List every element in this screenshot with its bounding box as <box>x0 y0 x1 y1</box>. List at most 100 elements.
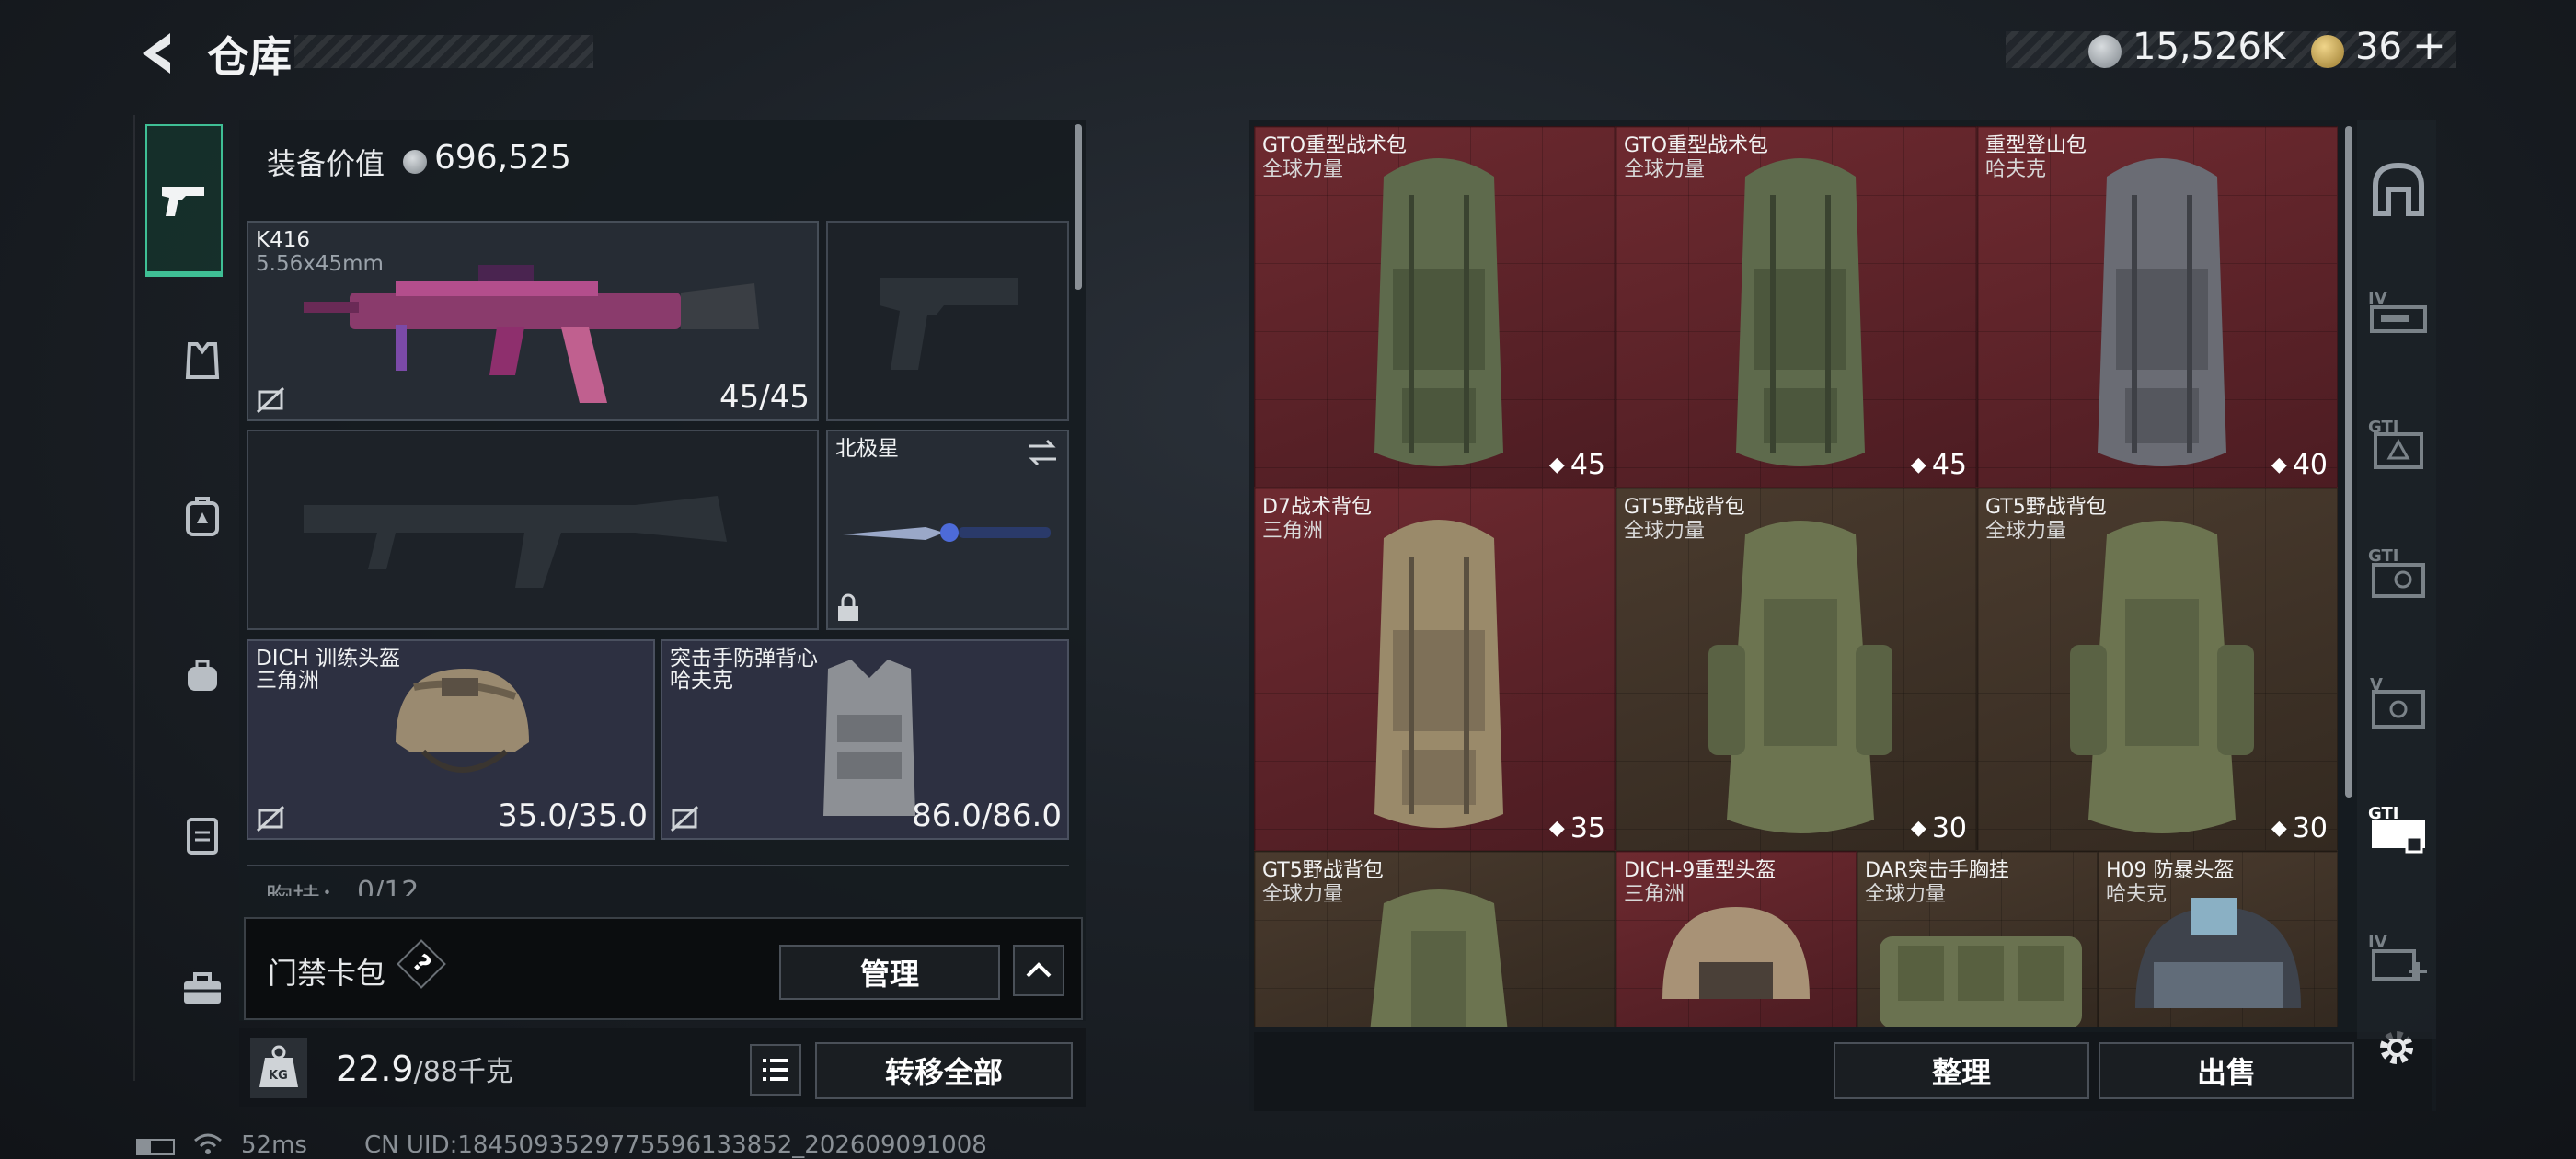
chevron-up-icon <box>1026 962 1052 978</box>
keycard-manage-button[interactable]: 管理 <box>779 945 1000 1000</box>
item-faction: 全球力量 <box>1985 520 2067 543</box>
item-faction: 三角洲 <box>1262 520 1324 543</box>
storage-item[interactable]: D7战术背包 三角洲 ◆ 35 <box>1254 488 1616 851</box>
storage-item[interactable]: 重型登山包 哈夫克 ◆ 40 <box>1977 126 2338 488</box>
storage-item[interactable]: GT5野战背包 全球力量 ◆ 30 <box>1616 488 1977 851</box>
primary-weapon-slot[interactable]: K416 5.56x45mm 45/45 <box>247 221 819 421</box>
item-faction: 哈夫克 <box>2106 883 2168 906</box>
sell-button[interactable]: 出售 <box>2099 1042 2354 1099</box>
unlock-icon <box>670 805 699 832</box>
back-arrow-icon <box>143 33 170 74</box>
list-view-button[interactable] <box>750 1044 801 1096</box>
melee-slot[interactable]: 北极星 <box>826 430 1069 630</box>
backpack-icon <box>186 497 219 536</box>
swap-icon[interactable] <box>1025 437 1060 468</box>
storage-item[interactable]: DAR突击手胸挂 全球力量 <box>1857 851 2098 1027</box>
vault-icon <box>2373 162 2424 216</box>
tab-level-label: V <box>2370 675 2383 694</box>
storage-tab-4[interactable]: V <box>2366 671 2431 736</box>
nav-tab-bag[interactable] <box>175 648 230 704</box>
item-capacity: ◆ 45 <box>1548 449 1605 481</box>
helmet-slot[interactable]: DICH 训练头盔 三角洲 35.0/35.0 <box>247 639 655 840</box>
storage-tab-2[interactable]: GTI <box>2366 414 2431 478</box>
ticket-icon <box>2311 35 2344 68</box>
add-ticket-button[interactable]: + <box>2412 22 2446 69</box>
backpack-image <box>2098 158 2226 466</box>
nav-tab-toolbox[interactable] <box>175 961 230 1016</box>
capacity-icon: ◆ <box>1910 453 1926 476</box>
item-faction: 全球力量 <box>1865 883 1947 906</box>
unlock-icon <box>256 805 285 832</box>
back-button[interactable] <box>133 26 179 81</box>
capacity-icon: ◆ <box>1548 817 1565 840</box>
item-faction: 全球力量 <box>1262 883 1344 906</box>
item-capacity: ◆ 40 <box>2271 449 2328 481</box>
armor-slot[interactable]: 突击手防弹背心 哈夫克 86.0/86.0 <box>661 639 1069 840</box>
sort-button[interactable]: 整理 <box>1834 1042 2089 1099</box>
storage-tab-3[interactable]: GTI <box>2366 543 2431 607</box>
storage-item[interactable]: GTO重型战术包 全球力量 ◆ 45 <box>1616 126 1977 488</box>
nav-tab-case[interactable] <box>175 808 230 863</box>
helmet-image <box>2135 898 2301 1008</box>
storage-item[interactable]: GT5野战背包 全球力量 <box>1254 851 1616 1027</box>
helmet-image <box>1662 907 1810 999</box>
keycard-row: 门禁卡包 ? 管理 <box>244 917 1083 1020</box>
title-stripe <box>294 35 593 68</box>
nav-tab-armor[interactable] <box>175 333 230 388</box>
storage-item[interactable]: DICH-9重型头盔 三角洲 <box>1616 851 1857 1027</box>
pistol-icon <box>162 187 204 216</box>
item-faction: 全球力量 <box>1262 158 1344 181</box>
weight-current: 22.9 <box>336 1049 414 1089</box>
capacity-icon: ◆ <box>1910 817 1926 840</box>
storage-item[interactable]: GT5野战背包 全球力量 ◆ 30 <box>1977 488 2338 851</box>
wifi-icon <box>193 1133 223 1159</box>
chest-rig-count: 0/12 <box>357 876 420 896</box>
equipment-value-label: 装备价值 <box>267 146 385 181</box>
storage-tab-home[interactable] <box>2366 158 2431 223</box>
loadout-scrollbar[interactable] <box>1075 124 1082 290</box>
sidearm-slot[interactable] <box>826 221 1069 421</box>
tab-level-label: IV <box>2368 933 2387 952</box>
armor-name: 突击手防弹背心 <box>670 647 818 671</box>
backpack-image <box>1736 158 1865 466</box>
nav-tab-weapons[interactable] <box>145 124 223 276</box>
transfer-all-button[interactable]: 转移全部 <box>815 1042 1073 1099</box>
item-capacity: ◆ 30 <box>1910 812 1967 844</box>
storage-tab-add[interactable]: IV <box>2366 929 2431 993</box>
uid-text: CN UID:1845093529775596133852_2026090910… <box>364 1131 987 1159</box>
storage-scrollbar[interactable] <box>2345 126 2352 798</box>
keycard-collapse-button[interactable] <box>1013 945 1064 996</box>
item-faction: 全球力量 <box>1624 158 1706 181</box>
nav-tab-backpack[interactable] <box>175 489 230 545</box>
vest-icon <box>185 342 220 379</box>
capacity-icon: ◆ <box>2271 453 2287 476</box>
keycard-help-button[interactable]: ? <box>397 939 446 989</box>
chest-rig-label: 胸挂： <box>265 876 348 896</box>
lock-icon <box>838 593 858 621</box>
pistol-placeholder-icon <box>880 278 1018 370</box>
weight-max: /88千克 <box>413 1056 513 1088</box>
backpack-image <box>1370 889 1508 1027</box>
backpack-image <box>1374 158 1503 466</box>
storage-item[interactable]: H09 防暴头盔 哈夫克 <box>2098 851 2338 1027</box>
storage-tab-5[interactable]: GTI <box>2366 800 2431 865</box>
secondary-weapon-slot[interactable] <box>247 430 819 630</box>
capacity-icon: ◆ <box>2271 817 2287 840</box>
storage-tab-1[interactable]: IV <box>2366 285 2431 350</box>
tab-level-label: GTI <box>2368 546 2399 566</box>
bag-icon <box>188 660 217 691</box>
ping-text: 52ms <box>241 1131 307 1159</box>
toolbox-icon <box>184 972 221 1004</box>
item-faction: 全球力量 <box>1624 520 1706 543</box>
page-title: 仓库 <box>207 32 292 82</box>
case-icon <box>187 818 218 855</box>
weight-icon: KG <box>250 1038 307 1098</box>
tab-level-label: GTI <box>2368 804 2399 823</box>
item-capacity: ◆ 35 <box>1548 812 1605 844</box>
storage-item[interactable]: GTO重型战术包 全球力量 ◆ 45 <box>1254 126 1616 488</box>
capacity-icon: ◆ <box>1548 453 1565 476</box>
chest-rig-image <box>1880 936 2082 1027</box>
backpack-image <box>2070 521 2254 833</box>
ammo-count: 45/45 <box>719 379 810 416</box>
chest-rig-header[interactable]: 胸挂： 0/12 <box>247 865 1069 896</box>
